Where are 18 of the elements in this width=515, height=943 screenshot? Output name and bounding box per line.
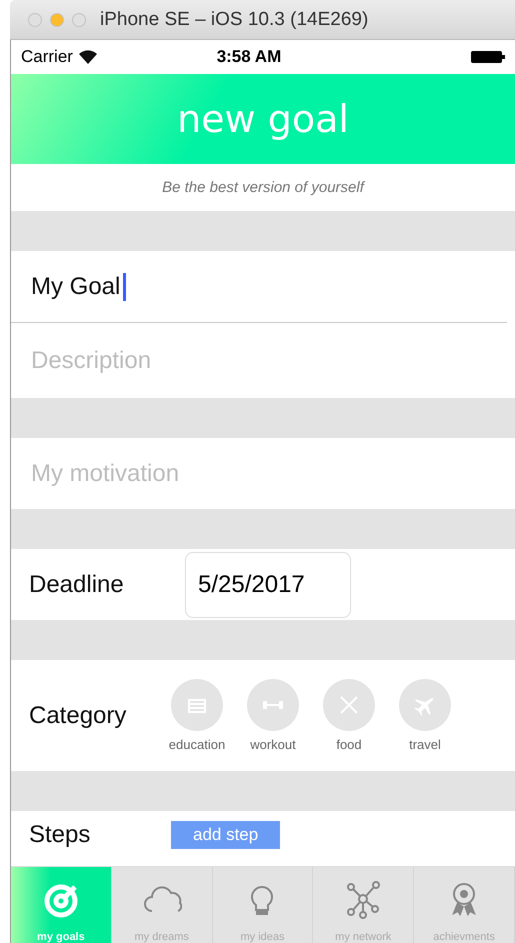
text-cursor [123, 272, 126, 300]
battery-icon [471, 51, 505, 63]
wifi-icon [78, 50, 97, 64]
steps-label: Steps [29, 821, 92, 849]
page-title: new goal [177, 97, 349, 141]
carrier-label: Carrier [21, 47, 73, 67]
zoom-button[interactable] [72, 12, 86, 26]
deadline-label: Deadline [29, 570, 125, 598]
deadline-date-field[interactable]: 5/25/2017 [185, 552, 351, 618]
tagline: Be the best version of yourself [162, 179, 364, 196]
motivation-field[interactable]: My motivation [29, 458, 429, 488]
category-label: Category [29, 702, 128, 730]
window-title: iPhone SE – iOS 10.3 (14E269) [100, 8, 368, 30]
goal-title-field[interactable]: My Goal [29, 272, 124, 302]
minimize-button[interactable] [50, 12, 64, 26]
close-button[interactable] [28, 12, 42, 26]
status-time: 3:58 AM [216, 47, 282, 67]
description-field[interactable]: Description [29, 346, 429, 376]
